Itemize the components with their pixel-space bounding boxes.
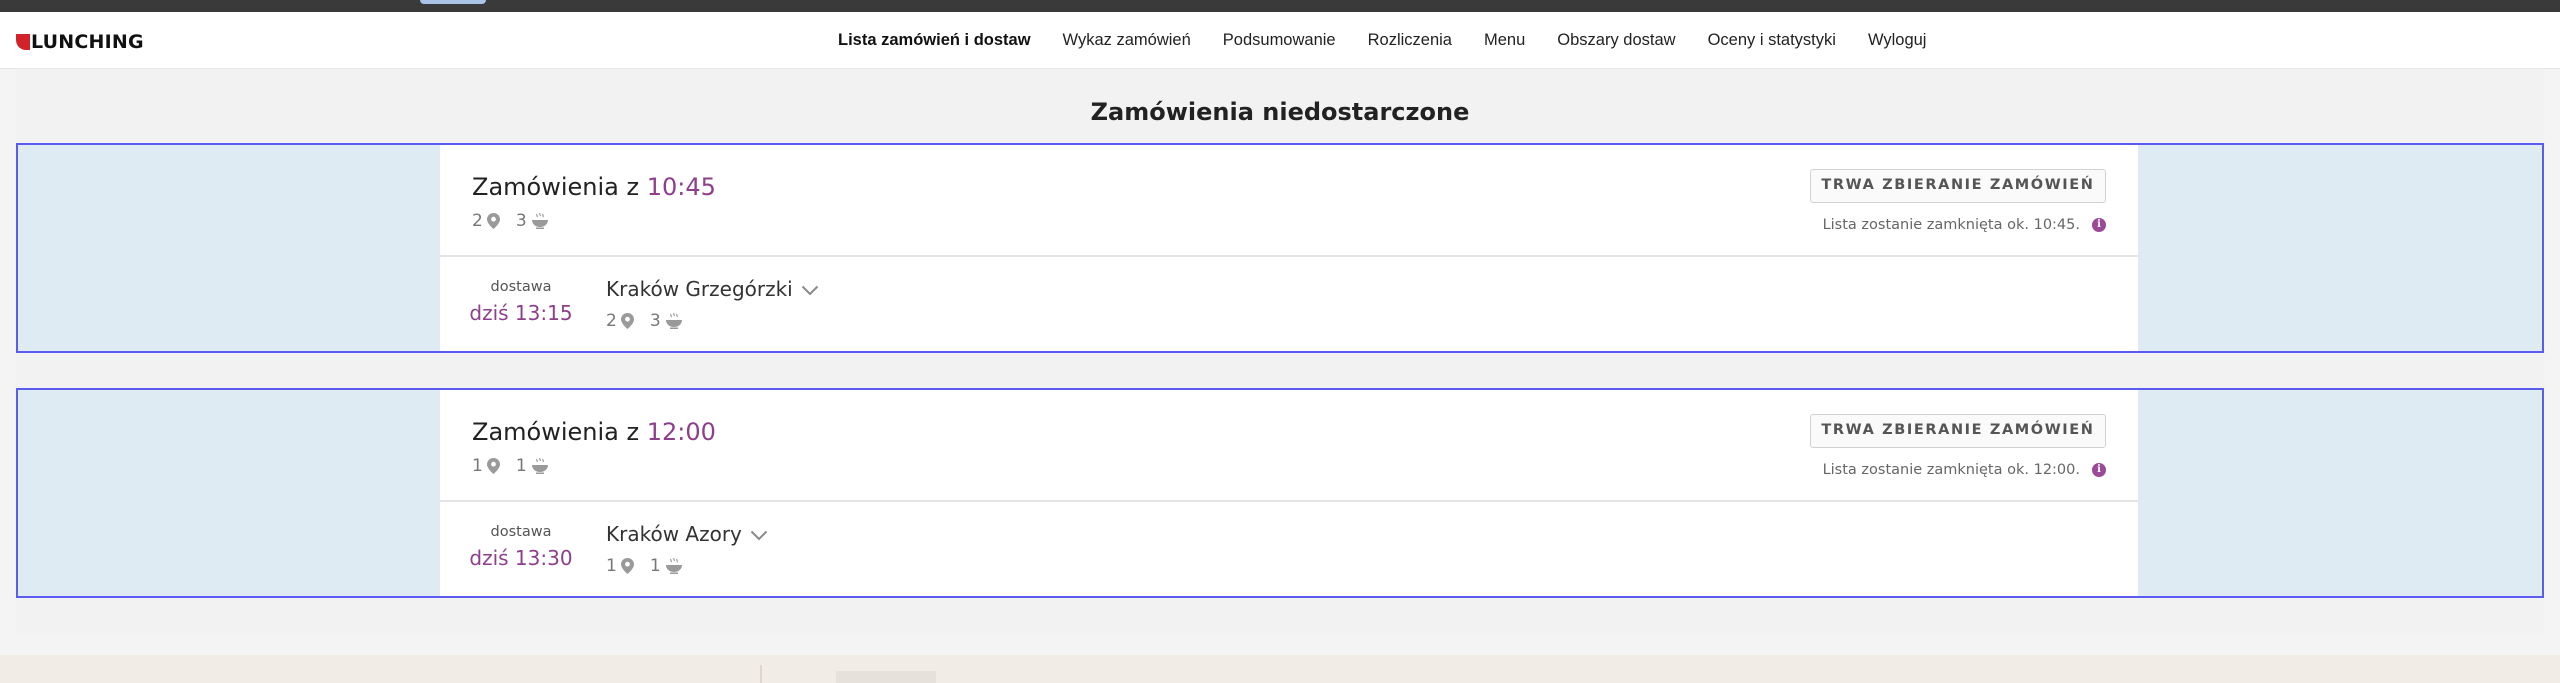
order-title-prefix: Zamówienia z — [472, 418, 640, 446]
delivery-location-dropdown[interactable]: Kraków Grzegórzki — [606, 277, 819, 301]
logo-mark-icon — [16, 34, 30, 50]
page-title: Zamówienia niedostarczone — [1090, 98, 1470, 126]
order-group-title: Zamówienia z 10:45 — [472, 173, 716, 201]
nav-item-obszary-dostaw[interactable]: Obszary dostaw — [1557, 31, 1675, 50]
order-counts: 1 1 — [472, 456, 549, 476]
delivery-row: dostawa dziś 13:30 Kraków Azory 1 1 — [440, 504, 2138, 596]
delivery-label: dostawa — [490, 524, 552, 540]
nav-item-wyloguj[interactable]: Wyloguj — [1868, 31, 1927, 50]
order-counts: 2 3 — [472, 211, 549, 231]
order-group: Zamówienia z 10:45 2 3 TRWA ZBIERANIE ZA… — [16, 143, 2544, 353]
delivery-location-dropdown[interactable]: Kraków Azory — [606, 522, 768, 546]
status-note: Lista zostanie zamknięta ok. 12:00. i — [1823, 462, 2106, 478]
info-icon[interactable]: i — [2092, 463, 2106, 477]
order-close-time: 10:45 — [646, 173, 716, 201]
info-icon[interactable]: i — [2092, 218, 2106, 232]
order-title-prefix: Zamówienia z — [472, 173, 640, 201]
main-nav: Lista zamówień i dostaw Wykaz zamówień P… — [838, 12, 1958, 69]
browser-top-strip — [0, 0, 2560, 12]
delivery-counts: 2 3 — [606, 311, 683, 331]
page-footer-background — [0, 655, 2560, 683]
order-card-header: Zamówienia z 12:00 1 1 TRWA ZBIERANIE ZA… — [440, 390, 2138, 502]
meals-count: 3 — [649, 311, 661, 331]
footer-decoration — [760, 665, 762, 683]
locations-count: 1 — [472, 456, 483, 476]
delivery-time: dziś 13:30 — [469, 546, 573, 570]
top-navbar: LUNCHING Lista zamówień i dostaw Wykaz z… — [0, 12, 2560, 69]
map-pin-icon — [620, 313, 634, 329]
meals-count: 3 — [515, 211, 527, 231]
nav-item-oceny[interactable]: Oceny i statystyki — [1708, 31, 1836, 50]
footer-decoration — [836, 671, 936, 683]
order-card: Zamówienia z 12:00 1 1 TRWA ZBIERANIE ZA… — [440, 390, 2138, 596]
order-card-header: Zamówienia z 10:45 2 3 TRWA ZBIERANIE ZA… — [440, 145, 2138, 257]
meals-count: 1 — [515, 456, 527, 476]
order-group-title: Zamówienia z 12:00 — [472, 418, 716, 446]
bowl-icon — [531, 458, 549, 474]
locations-count: 2 — [472, 211, 483, 231]
status-note-text: Lista zostanie zamknięta ok. 10:45. — [1822, 217, 2080, 233]
status-note: Lista zostanie zamknięta ok. 10:45. i — [1823, 217, 2106, 233]
order-close-time: 12:00 — [646, 418, 716, 446]
map-pin-icon — [486, 213, 500, 229]
nav-item-lista-zamowien[interactable]: Lista zamówień i dostaw — [838, 31, 1031, 50]
bowl-icon — [665, 558, 683, 574]
chevron-down-icon — [750, 522, 768, 546]
delivery-location-name: Kraków Grzegórzki — [606, 277, 793, 301]
browser-tab-indicator — [420, 0, 486, 4]
delivery-location-name: Kraków Azory — [606, 522, 742, 546]
collecting-orders-button[interactable]: TRWA ZBIERANIE ZAMÓWIEŃ — [1810, 414, 2106, 448]
logo[interactable]: LUNCHING — [16, 30, 144, 54]
logo-text: LUNCHING — [31, 31, 144, 53]
locations-count: 2 — [606, 311, 617, 331]
bowl-icon — [531, 213, 549, 229]
nav-item-rozliczenia[interactable]: Rozliczenia — [1368, 31, 1452, 50]
delivery-label: dostawa — [490, 279, 552, 295]
chevron-down-icon — [801, 277, 819, 301]
status-note-text: Lista zostanie zamknięta ok. 12:00. — [1822, 462, 2080, 478]
delivery-counts: 1 1 — [606, 556, 683, 576]
bowl-icon — [665, 313, 683, 329]
map-pin-icon — [620, 558, 634, 574]
meals-count: 1 — [649, 556, 661, 576]
delivery-row: dostawa dziś 13:15 Kraków Grzegórzki 2 3 — [440, 259, 2138, 351]
order-card: Zamówienia z 10:45 2 3 TRWA ZBIERANIE ZA… — [440, 145, 2138, 351]
nav-item-wykaz-zamowien[interactable]: Wykaz zamówień — [1063, 31, 1191, 50]
map-pin-icon — [486, 458, 500, 474]
locations-count: 1 — [606, 556, 617, 576]
collecting-orders-button[interactable]: TRWA ZBIERANIE ZAMÓWIEŃ — [1810, 169, 2106, 203]
delivery-time: dziś 13:15 — [469, 301, 573, 325]
nav-item-menu[interactable]: Menu — [1484, 31, 1525, 50]
main-content: Zamówienia niedostarczone Zamówienia z 1… — [16, 70, 2544, 633]
nav-item-podsumowanie[interactable]: Podsumowanie — [1223, 31, 1336, 50]
order-group: Zamówienia z 12:00 1 1 TRWA ZBIERANIE ZA… — [16, 388, 2544, 598]
